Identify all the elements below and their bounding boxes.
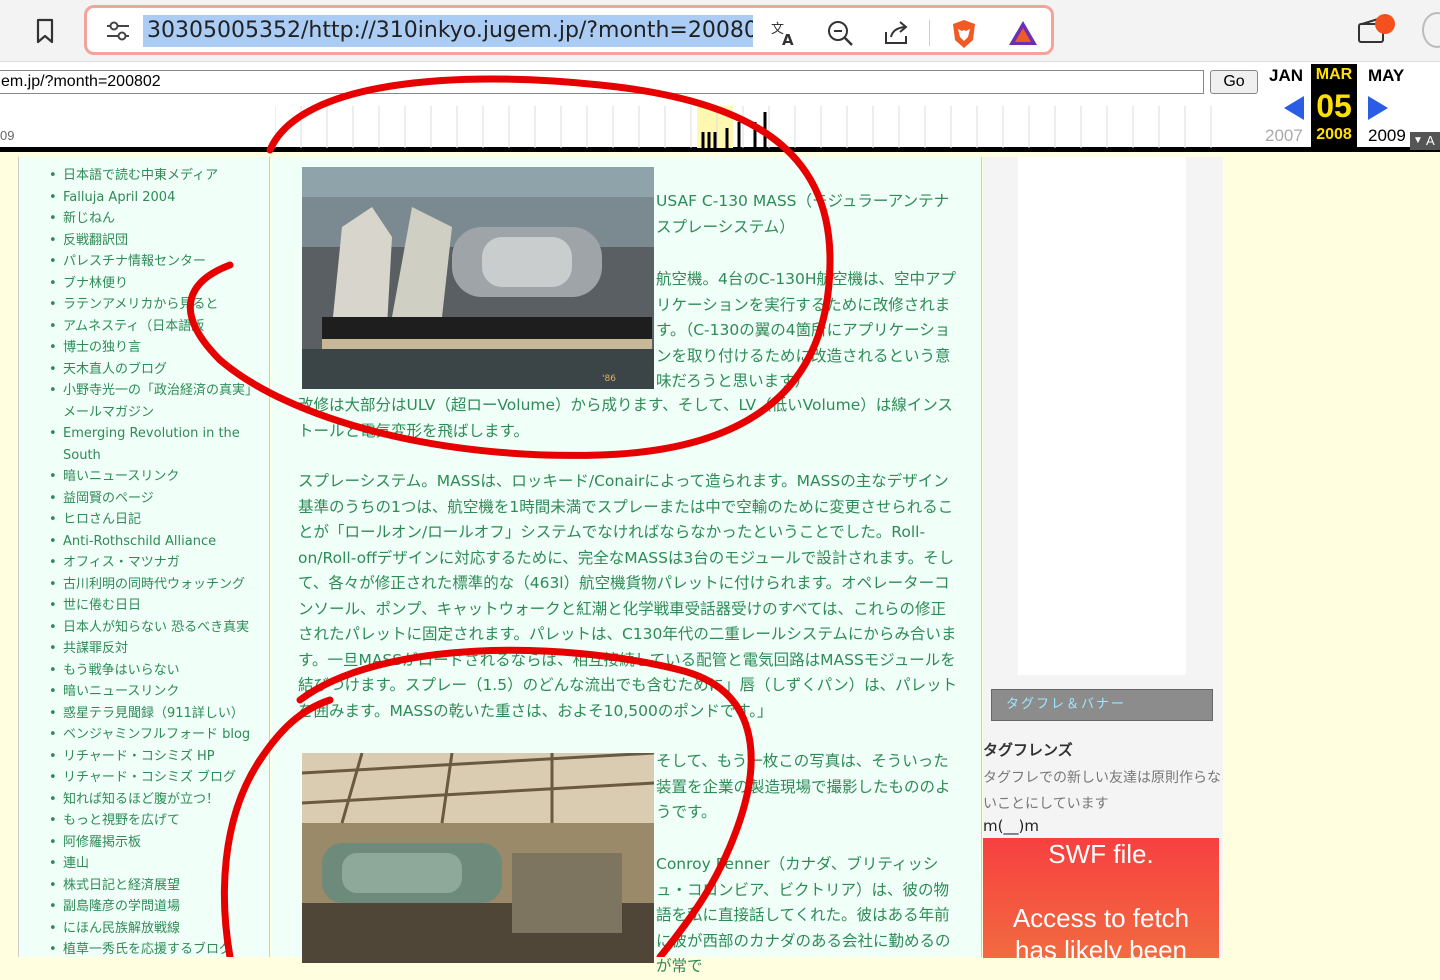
browser-toolbar: 30305005352/http://310inkyo.jugem.jp/?mo… — [0, 0, 1440, 62]
sidebar-link[interactable]: 惑星テラ見聞録（911詳しい） — [49, 703, 269, 725]
url-text[interactable]: 30305005352/http://310inkyo.jugem.jp/?mo… — [143, 15, 753, 47]
swf-line — [983, 870, 1219, 902]
article-p3: そして、もう一枚この写真は、そういった装置を企業の製造現場で撮影したもののようで… — [656, 752, 951, 821]
sidebar-link[interactable]: 古川利明の同時代ウォッチング — [49, 574, 269, 596]
article-p1-body: 航空機。4台のC-130H航空機は、空中アプリケーションを実行するために改修され… — [656, 270, 957, 390]
sidebar-links: 日本語で読む中東メディアFalluja April 2004新じねん反戦翻訳団パ… — [18, 157, 270, 960]
sidebar-link[interactable]: 世に倦む日日 — [49, 595, 269, 617]
sidebar-link[interactable]: 共謀罪反対 — [49, 638, 269, 660]
wayback-prev-year[interactable]: 2007 — [1265, 126, 1303, 146]
article-p2: スプレーシステム。MASSは、ロッキード/Conairによって造られます。MAS… — [298, 472, 958, 720]
brave-shield-icon[interactable] — [949, 18, 979, 48]
svg-text:A: A — [782, 31, 794, 48]
factory-photo — [302, 753, 654, 963]
sidebar-link[interactable]: 新じねん — [49, 208, 269, 230]
sidebar-link[interactable]: Anti-Rothschild Alliance — [49, 531, 269, 553]
wayback-current-month: MAR — [1315, 66, 1353, 83]
brave-rewards-icon[interactable] — [1007, 18, 1037, 48]
sidebar-link[interactable]: 小野寺光一の「政治経済の真実」メールマガジン — [49, 380, 269, 423]
tagfriends-title: タグフレンズ — [983, 741, 1073, 759]
sidebar-link[interactable]: 反戦翻訳団 — [49, 230, 269, 252]
sidebar-link[interactable]: にほん民族解放戦線 — [49, 918, 269, 940]
wayback-sparkline[interactable] — [275, 106, 1223, 148]
wayback-prev-arrow-icon[interactable] — [1284, 96, 1304, 120]
right-sidebar: タグフレ＆バナー タグフレンズ タグフレでの新しい友達は原則作らないことにしてい… — [983, 157, 1223, 958]
site-info-icon[interactable] — [105, 20, 131, 42]
wayback-next-month[interactable]: MAY — [1368, 66, 1404, 86]
sidebar-link[interactable]: アムネスティ（日本語版 — [49, 316, 269, 338]
sidebar-link[interactable]: 暗いニュースリンク — [49, 681, 269, 703]
svg-text:'86: '86 — [602, 374, 616, 384]
wayback-current-day: 05 — [1316, 88, 1352, 124]
notification-badge — [1375, 14, 1395, 34]
share-icon[interactable] — [881, 18, 911, 48]
sidebar-link[interactable]: 暗いニュースリンク — [49, 466, 269, 488]
sidebar-link[interactable]: 日本人が知らない 恐るべき真実 — [49, 617, 269, 639]
tagfriends-desc: タグフレでの新しい友達は原則作らないことにしています — [983, 770, 1221, 812]
article-column: '86 USAF C-130 MASS（モジュラーアンテナスプレーシステム） 航… — [272, 157, 982, 975]
link-list: 日本語で読む中東メディアFalluja April 2004新じねん反戦翻訳団パ… — [49, 165, 269, 961]
sidebar-link[interactable]: Emerging Revolution in the South — [49, 423, 269, 466]
wayback-next-arrow-icon[interactable] — [1368, 96, 1388, 120]
tag-header: タグフレ＆バナー — [991, 689, 1213, 721]
translate-icon[interactable]: 文A — [769, 18, 799, 49]
wayback-go-button[interactable]: Go — [1210, 70, 1258, 94]
sidebar-link[interactable]: リチャード・コシミズ HP — [49, 746, 269, 768]
wayback-about-button[interactable]: ▼ A — [1410, 132, 1440, 150]
zoom-out-icon[interactable] — [825, 18, 855, 48]
address-bar[interactable]: 30305005352/http://310inkyo.jugem.jp/?mo… — [84, 5, 1054, 55]
sidebar-link[interactable]: 阿修羅掲示板 — [49, 832, 269, 854]
sidebar-link[interactable]: パレスチナ情報センター — [49, 251, 269, 273]
sidebar-link[interactable]: もっと視野を広げて — [49, 810, 269, 832]
wayback-current-year: 2008 — [1316, 126, 1352, 143]
swf-placeholder: SWF file. Access to fetch has likely bee… — [983, 838, 1219, 958]
mass-module-photo: '86 — [302, 167, 654, 389]
wayback-prev-month[interactable]: JAN — [1269, 66, 1303, 86]
sidebar-link[interactable]: ベンジャミンフルフォード blog — [49, 724, 269, 746]
article-p1-tail: 改修は大部分はULV（超ローVolume）から成ります、そして、LV（低いVol… — [298, 396, 953, 440]
sidebar-link[interactable]: 益岡賢のページ — [49, 488, 269, 510]
profile-icon[interactable] — [1422, 12, 1440, 48]
bookmark-icon[interactable] — [30, 16, 60, 46]
sidebar-link[interactable]: 株式日記と経済展望 — [49, 875, 269, 897]
sidebar-link[interactable]: ラテンアメリカから見ると — [49, 294, 269, 316]
sidebar-link[interactable]: ヒロさん日記 — [49, 509, 269, 531]
sidebar-link[interactable]: Falluja April 2004 — [49, 187, 269, 209]
swf-line: Access to fetch — [1012, 903, 1190, 933]
swf-line: has likely been — [1015, 935, 1187, 958]
sidebar-link[interactable]: 連山 — [49, 853, 269, 875]
wayback-fragment: 09 — [0, 128, 15, 143]
sidebar-link[interactable]: ブナ林便り — [49, 273, 269, 295]
wayback-about-label: A — [1426, 133, 1435, 148]
blog-page: 日本語で読む中東メディアFalluja April 2004新じねん反戦翻訳団パ… — [0, 157, 1440, 975]
wayback-url-input[interactable]: em.jp/?month=200802 — [0, 70, 1204, 94]
caret-down-icon: ▼ — [1413, 135, 1423, 146]
wayback-current-date: MAR 05 2008 — [1311, 64, 1357, 148]
wayback-toolbar: em.jp/?month=200802 Go 09 JAN MAY 2007 2… — [0, 62, 1440, 152]
sidebar-link[interactable]: 博士の独り言 — [49, 337, 269, 359]
sidebar-link[interactable]: もう戦争はいらない — [49, 660, 269, 682]
sidebar-link[interactable]: 植草一秀氏を応援するブログ — [49, 939, 269, 961]
sidebar-link[interactable]: 天木直人のブログ — [49, 359, 269, 381]
article-p4: Conroy Penner（カナダ、ブリティッシュ・コロンビア、ビクトリア）は、… — [656, 852, 961, 980]
wayback-next-year[interactable]: 2009 — [1368, 126, 1406, 146]
toolbar-divider — [929, 20, 930, 46]
widget-box — [1018, 157, 1186, 675]
page-margin — [1223, 157, 1440, 957]
sidebar-link[interactable]: 副島隆彦の学問道場 — [49, 896, 269, 918]
sidebar-link[interactable]: 日本語で読む中東メディア — [49, 165, 269, 187]
conroy-penner-link[interactable]: Conroy Penner — [656, 855, 770, 873]
article-p1-title: USAF C-130 MASS（モジュラーアンテナスプレーシステム） — [656, 192, 950, 236]
tagfriends-emoticon: m(__)m — [983, 817, 1039, 835]
sidebar-link[interactable]: オフィス・マツナガ — [49, 552, 269, 574]
article-p4-body: （カナダ、ブリティッシュ・コロンビア、ビクトリア）は、彼の物語を私に直接話してく… — [656, 855, 951, 975]
sidebar-link[interactable]: 知れば知るほど腹が立つ！ — [49, 789, 269, 811]
sidebar-link[interactable]: リチャード・コシミズ ブログ — [49, 767, 269, 789]
swf-line: SWF file. — [1048, 839, 1154, 869]
